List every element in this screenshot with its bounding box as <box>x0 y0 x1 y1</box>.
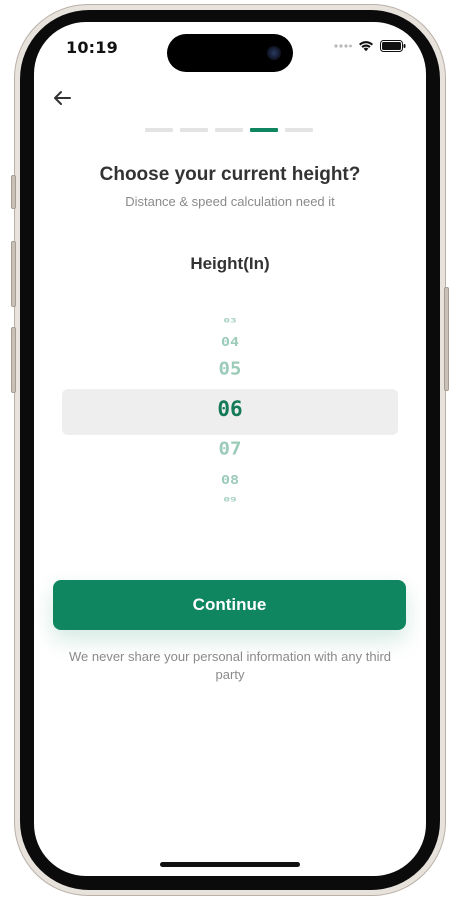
volume-up-button <box>11 241 16 307</box>
height-picker[interactable]: 03 04 05 06 07 08 09 <box>62 308 398 518</box>
battery-icon <box>380 40 406 52</box>
dynamic-island <box>167 34 293 72</box>
picker-option[interactable]: 09 <box>62 496 398 502</box>
picker-option[interactable]: 07 <box>62 440 398 458</box>
volume-down-button <box>11 327 16 393</box>
picker-option[interactable]: 08 <box>62 474 398 487</box>
picker-option[interactable]: 05 <box>62 360 398 378</box>
progress-steps <box>145 128 313 132</box>
back-button[interactable] <box>50 86 74 110</box>
power-button <box>444 287 449 391</box>
camera-icon <box>267 46 281 60</box>
status-icons <box>334 40 406 52</box>
progress-step <box>145 128 173 132</box>
page-subtitle: Distance & speed calculation need it <box>125 194 335 209</box>
progress-step <box>180 128 208 132</box>
picker-option-selected[interactable]: 06 <box>62 399 398 420</box>
arrow-left-icon <box>54 91 71 105</box>
picker-option[interactable]: 04 <box>62 336 398 349</box>
app-screen: 10:19 Choose your current height? Distan… <box>34 22 426 876</box>
progress-step <box>215 128 243 132</box>
picker-option[interactable]: 03 <box>62 317 398 323</box>
status-time: 10:19 <box>66 38 118 57</box>
home-indicator <box>160 862 300 867</box>
page-title: Choose your current height? <box>99 164 361 185</box>
cellular-dots-icon <box>334 44 352 48</box>
action-button <box>11 175 16 209</box>
picker-label: Height(In) <box>190 254 270 273</box>
wifi-icon <box>359 41 373 52</box>
continue-button[interactable]: Continue <box>53 580 406 630</box>
privacy-note: We never share your personal information… <box>68 649 392 682</box>
progress-step <box>285 128 313 132</box>
progress-step-active <box>250 128 278 132</box>
